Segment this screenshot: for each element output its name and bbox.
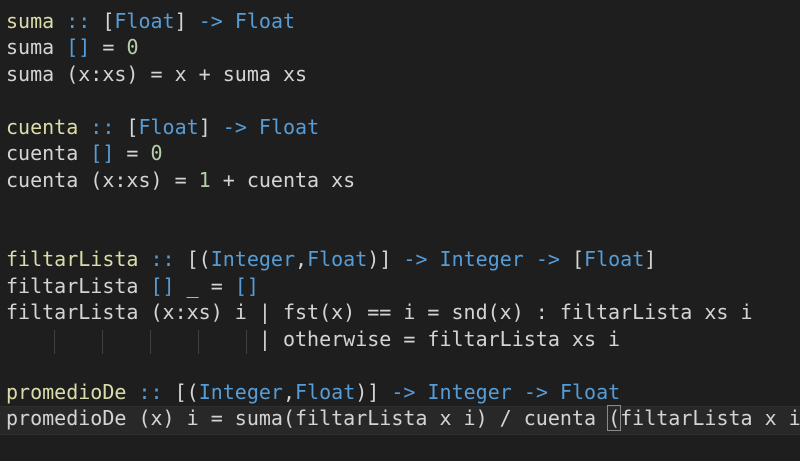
code-token: filtarLista	[6, 247, 139, 271]
code-token: filtarLista	[6, 274, 151, 298]
code-token: )]	[367, 247, 404, 271]
code-token: ,	[282, 380, 296, 404]
code-token: promedioDe (x) i = suma(filtarLista x i)…	[6, 406, 609, 430]
code-token: =	[114, 141, 151, 165]
code-token: 0	[126, 35, 139, 59]
code-token: ]	[644, 247, 657, 271]
code-token: -> Float	[198, 9, 296, 33]
code-token: Float	[307, 247, 368, 271]
code-token: []	[66, 35, 91, 59]
matched-bracket: (	[607, 405, 622, 431]
code-token: -> Float	[222, 115, 320, 139]
code-token: ]	[174, 9, 199, 33]
code-token: [(	[174, 380, 199, 404]
code-token: suma	[6, 9, 55, 33]
code-editor[interactable]: suma :: [Float] -> Float suma [] = 0 suma …	[0, 0, 800, 461]
code-token: cuenta	[6, 141, 91, 165]
code-token: =	[90, 35, 127, 59]
code-line-13[interactable]: | otherwise = filtarLista xs i	[6, 326, 620, 353]
code-token: + cuenta xs	[210, 168, 356, 192]
code-line-16[interactable]: promedioDe (x) i = suma(filtarLista x i)…	[6, 405, 800, 432]
code-token: Float	[114, 9, 175, 33]
code-token: [	[126, 115, 139, 139]
code-token: cuenta	[6, 115, 79, 139]
code-token: -> Integer ->	[403, 247, 560, 271]
code-token: 0	[150, 141, 163, 165]
code-token: cuenta (x:xs) =	[6, 168, 199, 192]
code-token: Integer	[198, 380, 283, 404]
code-token: | otherwise = filtarLista xs i	[6, 327, 621, 351]
code-token: suma	[6, 35, 67, 59]
code-token: promedioDe	[6, 380, 127, 404]
code-token: ::	[78, 115, 127, 139]
code-token: -> Integer -> Float	[391, 380, 621, 404]
code-token: ::	[138, 247, 187, 271]
code-line-15[interactable]: promedioDe :: [(Integer,Float)] -> Integ…	[6, 379, 620, 406]
code-token: [(	[186, 247, 211, 271]
code-token: ::	[54, 9, 103, 33]
code-line-2[interactable]: suma [] = 0	[6, 34, 138, 61]
code-token: []	[234, 274, 259, 298]
code-token: ::	[126, 380, 175, 404]
code-token: ]	[198, 115, 223, 139]
code-token: filtarLista (x:xs) i | fst(x) == i = snd…	[6, 300, 753, 324]
code-line-3[interactable]: suma (x:xs) = x + suma xs	[6, 61, 307, 88]
code-token: []	[150, 274, 175, 298]
code-token: [	[102, 9, 115, 33]
code-line-5[interactable]: cuenta :: [Float] -> Float	[6, 114, 319, 141]
code-token: []	[90, 141, 115, 165]
code-line-12[interactable]: filtarLista (x:xs) i | fst(x) == i = snd…	[6, 299, 753, 326]
code-token: Integer	[210, 247, 296, 271]
code-token: )]	[355, 380, 392, 404]
code-token: Float	[584, 247, 645, 271]
code-token: Float	[138, 115, 199, 139]
code-line-10[interactable]: filtarLista :: [(Integer,Float)] -> Inte…	[6, 246, 656, 273]
code-token: [	[559, 247, 585, 271]
code-token: filtarLista x i	[620, 406, 800, 430]
code-line-11[interactable]: filtarLista [] _ = []	[6, 273, 259, 300]
code-line-6[interactable]: cuenta [] = 0	[6, 140, 163, 167]
code-token: ,	[295, 247, 308, 271]
code-token: suma (x:xs) = x + suma xs	[6, 62, 308, 86]
code-token: _ =	[174, 274, 235, 298]
code-line-7[interactable]: cuenta (x:xs) = 1 + cuenta xs	[6, 167, 355, 194]
code-token: 1	[198, 168, 211, 192]
code-line-1[interactable]: suma :: [Float] -> Float	[6, 8, 295, 35]
code-token: Float	[295, 380, 356, 404]
